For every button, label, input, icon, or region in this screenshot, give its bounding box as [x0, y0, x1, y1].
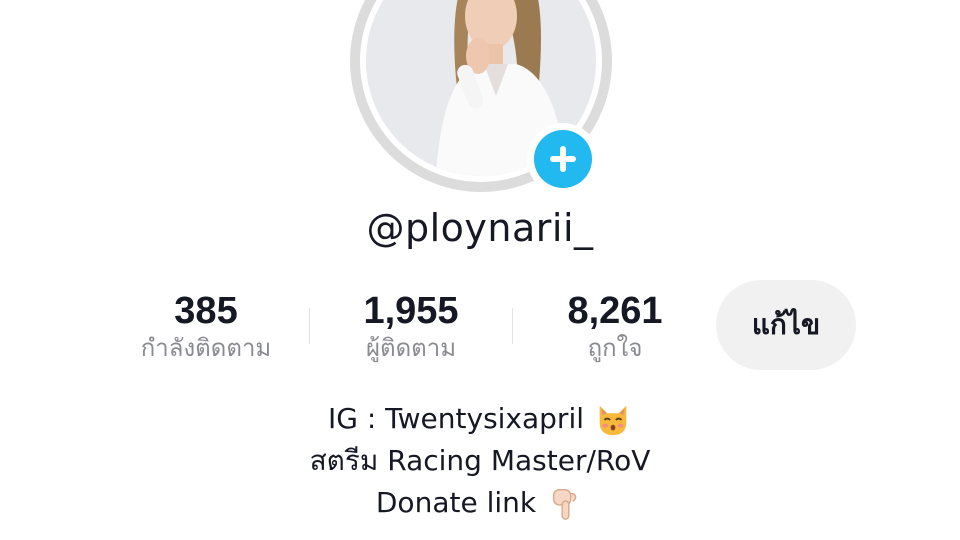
- bio-line: สตรีม Racing Master/RoV: [0, 440, 960, 482]
- bio-text: Donate link: [375, 486, 537, 519]
- followers-count: 1,955: [363, 290, 459, 332]
- profile-page: @ploynarii_ 385 กำลังติดตาม 1,955 ผู้ติด…: [0, 0, 960, 540]
- kissing-cat-icon: [594, 400, 632, 438]
- plus-icon: [534, 130, 592, 188]
- likes-count: 8,261: [567, 290, 663, 332]
- bio-text: สตรีม Racing Master/RoV: [309, 444, 651, 477]
- stat-followers[interactable]: 1,955 ผู้ติดตาม: [338, 290, 484, 364]
- likes-label: ถูกใจ: [587, 334, 643, 362]
- bio-text: IG : Twentysixapril: [327, 402, 585, 435]
- bio-line: IG : Twentysixapril: [0, 398, 960, 440]
- pointing-down-icon: [546, 484, 584, 522]
- following-label: กำลังติดตาม: [140, 334, 272, 362]
- stat-following[interactable]: 385 กำลังติดตาม: [120, 290, 292, 364]
- username: @ploynarii_: [366, 206, 594, 250]
- stat-divider: [512, 308, 513, 344]
- following-count: 385: [174, 290, 238, 332]
- add-profile-button[interactable]: [527, 123, 599, 195]
- bio: IG : Twentysixapril สตรีม Racing Master/…: [0, 398, 960, 524]
- stat-likes[interactable]: 8,261 ถูกใจ: [545, 290, 685, 364]
- stat-divider: [309, 308, 310, 344]
- edit-profile-button[interactable]: แก้ไข: [716, 280, 856, 370]
- bio-line: Donate link: [0, 482, 960, 524]
- followers-label: ผู้ติดตาม: [365, 334, 457, 362]
